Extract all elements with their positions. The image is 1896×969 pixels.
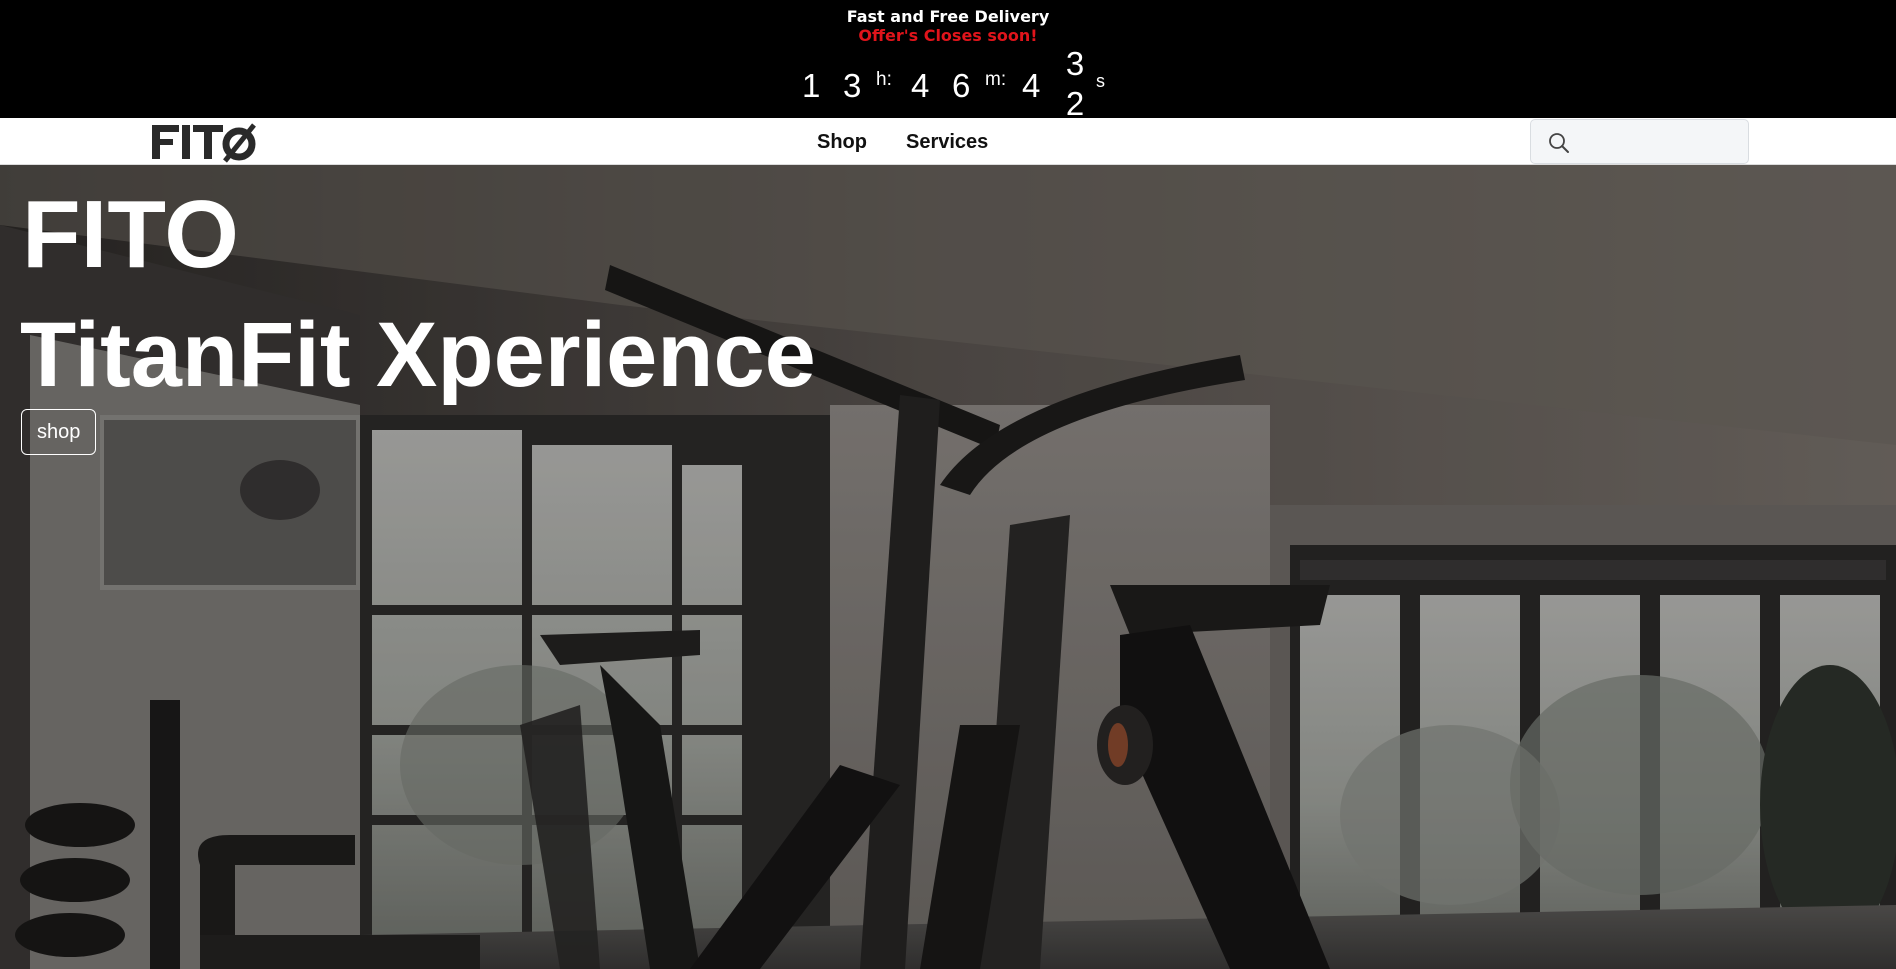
countdown-hours-tens: 1: [802, 67, 821, 104]
promo-bar: Fast and Free Delivery Offer's Closes so…: [0, 0, 1896, 118]
countdown-seconds-next: 2: [1065, 85, 1085, 118]
search-icon[interactable]: [1547, 131, 1571, 155]
hero-title: FITO: [22, 181, 239, 288]
countdown-minutes-unit: m:: [985, 69, 1007, 90]
gym-background-image: [0, 165, 1896, 969]
nav-link-shop[interactable]: Shop: [817, 131, 867, 153]
countdown-timer: 1 3 h: 4 6 m: 4 3 2 s: [0, 45, 1896, 118]
countdown-minutes-ones: 6: [952, 67, 971, 104]
navbar: Shop Services: [0, 118, 1896, 165]
countdown-seconds-unit: s: [1096, 71, 1105, 91]
search-box[interactable]: [1530, 119, 1749, 164]
promo-subtitle: Offer's Closes soon!: [858, 26, 1038, 45]
search-input[interactable]: [1581, 126, 1741, 158]
countdown-seconds-current: 3: [1065, 45, 1085, 82]
nav-link-services[interactable]: Services: [906, 131, 988, 153]
hero-shop-button[interactable]: shop: [21, 409, 97, 455]
countdown-minutes-tens: 4: [911, 67, 930, 104]
countdown-seconds-tens: 4: [1022, 67, 1041, 104]
countdown-hours-unit: h:: [876, 69, 892, 90]
countdown-seconds-roll: 3 2: [1063, 44, 1087, 118]
promo-title: Fast and Free Delivery: [846, 7, 1050, 26]
countdown-hours-ones: 3: [843, 67, 862, 104]
hero-section: FITO TitanFit Xperience shop: [0, 165, 1896, 969]
hero-subtitle: TitanFit Xperience: [20, 304, 816, 406]
